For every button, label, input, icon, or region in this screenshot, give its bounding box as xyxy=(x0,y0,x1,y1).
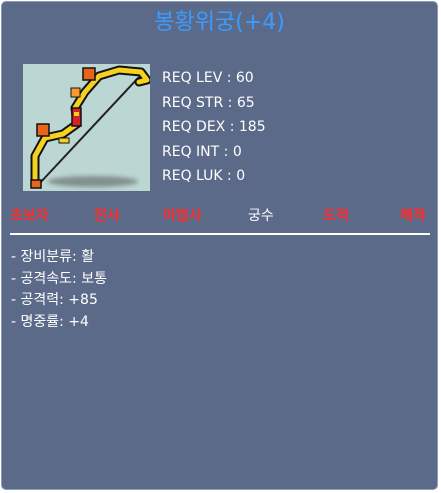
job-beginner: 초보자 xyxy=(10,208,49,224)
job-thief: 도적 xyxy=(323,208,349,224)
req-int: REQ INT : 0 xyxy=(162,143,242,160)
job-magician: 마법사 xyxy=(163,208,202,224)
requirements-list: REQ LEV : 60 REQ STR : 65 REQ DEX : 185 … xyxy=(162,66,266,189)
item-name: 봉황위궁(+4) xyxy=(154,10,285,35)
prop-equip-type: - 장비분류: 활 xyxy=(11,249,95,265)
golden-bow-icon xyxy=(30,65,150,189)
job-bowman: 궁수 xyxy=(248,208,274,224)
prop-accuracy: - 명중률: +4 xyxy=(11,313,89,330)
req-dex: REQ DEX : 185 xyxy=(162,119,266,136)
item-icon-frame xyxy=(23,64,150,191)
job-pirate: 해적 xyxy=(400,208,426,224)
job-warrior: 전사 xyxy=(94,208,120,224)
job-eligibility-row: 초보자 전사 마법사 궁수 도적 해적 xyxy=(10,205,434,227)
req-luk: REQ LUK : 0 xyxy=(162,168,246,185)
req-level: REQ LEV : 60 xyxy=(162,70,254,86)
prop-attack: - 공격력: +85 xyxy=(11,292,98,308)
item-properties: - 장비분류: 활 - 공격속도: 보통 - 공격력: +85 - 명중률: +… xyxy=(11,247,107,333)
req-str: REQ STR : 65 xyxy=(162,94,255,111)
item-tooltip: 봉황위궁(+4) REQ LEV : 60 REQ STR : 65 REQ D… xyxy=(1,1,438,490)
prop-attack-speed: - 공격속도: 보통 xyxy=(11,270,107,287)
divider xyxy=(10,233,430,235)
